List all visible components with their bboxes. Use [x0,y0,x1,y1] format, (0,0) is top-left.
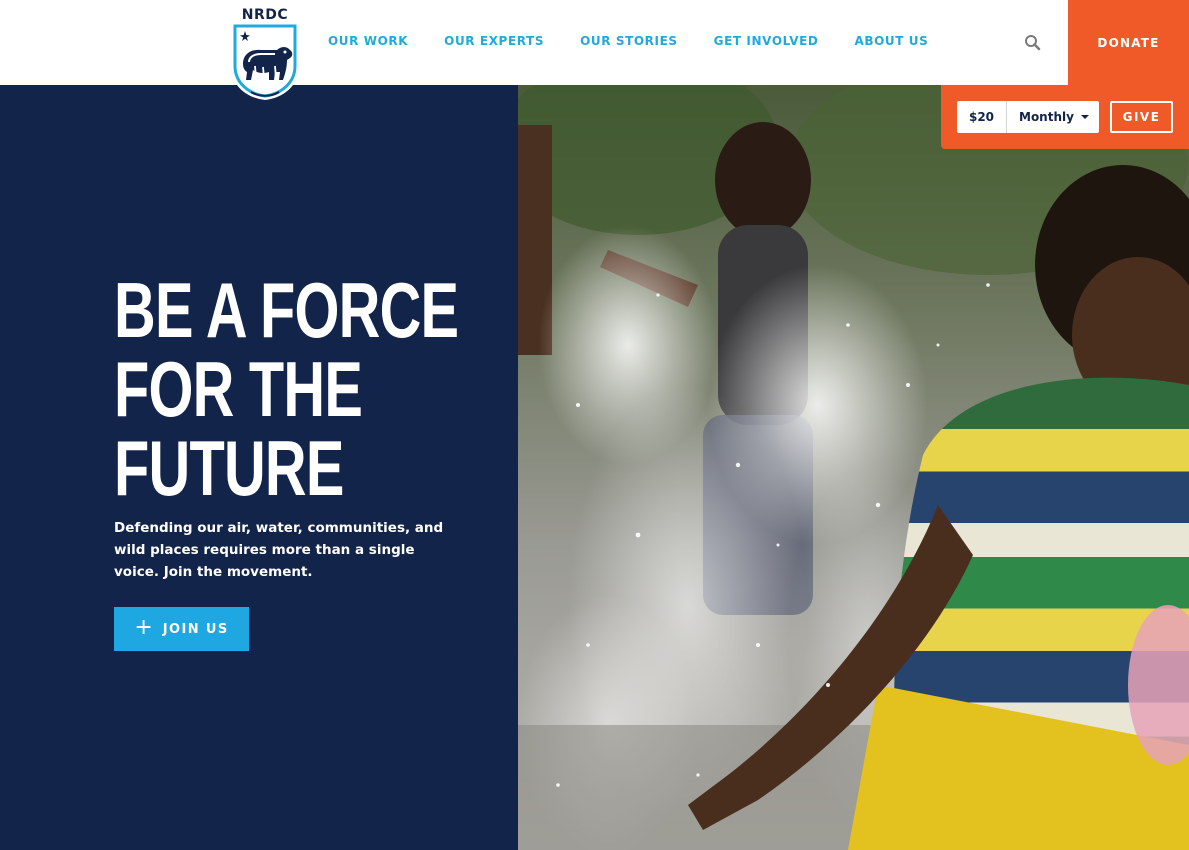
join-us-label: JOIN US [162,621,229,637]
nav-item-about-us[interactable]: ABOUT US [854,34,928,48]
frequency-label: Monthly [1019,110,1074,124]
primary-nav: OUR WORK OUR EXPERTS OUR STORIES GET INV… [328,34,928,48]
nav-item-get-involved[interactable]: GET INVOLVED [714,34,819,48]
give-label: GIVE [1122,110,1161,124]
donate-label: DONATE [1097,35,1160,50]
hero-title-line: BE A FORCE [114,266,459,354]
hero-title-line: FUTURE [114,424,344,512]
chevron-down-icon [1081,115,1089,119]
nav-item-our-stories[interactable]: OUR STORIES [580,34,678,48]
search-button[interactable] [1022,32,1044,54]
hero-photo-children-in-fountain [518,85,1189,850]
search-icon [1025,35,1041,51]
hero-subtitle: Defending our air, water, communities, a… [114,520,444,580]
site-header: NRDC OUR WORK OUR EXPERTS OUR STORIES GE… [0,0,1189,100]
donate-button[interactable]: DONATE [1068,0,1189,85]
donation-selector: $20 Monthly [957,101,1099,133]
nrdc-logo[interactable]: NRDC [227,0,303,102]
donation-amount-select[interactable]: $20 [957,101,1007,133]
give-button[interactable]: GIVE [1110,101,1173,133]
hero-panel: BE A FORCE FOR THE FUTURE Defending our … [0,85,518,850]
donation-frequency-select[interactable]: Monthly [1007,101,1099,133]
hero-title-line: FOR THE [114,345,363,433]
nav-item-our-work[interactable]: OUR WORK [328,34,408,48]
hero-photo-illustration [518,85,1189,850]
logo-wordmark: NRDC [241,7,289,23]
quick-donate-bar: $20 Monthly GIVE [941,85,1189,149]
plus-icon: + [134,615,153,640]
polar-bear-shield-icon [231,24,299,100]
hero-title: BE A FORCE FOR THE FUTURE [114,266,459,512]
join-us-button[interactable]: + JOIN US [114,607,249,651]
nav-item-our-experts[interactable]: OUR EXPERTS [444,34,544,48]
